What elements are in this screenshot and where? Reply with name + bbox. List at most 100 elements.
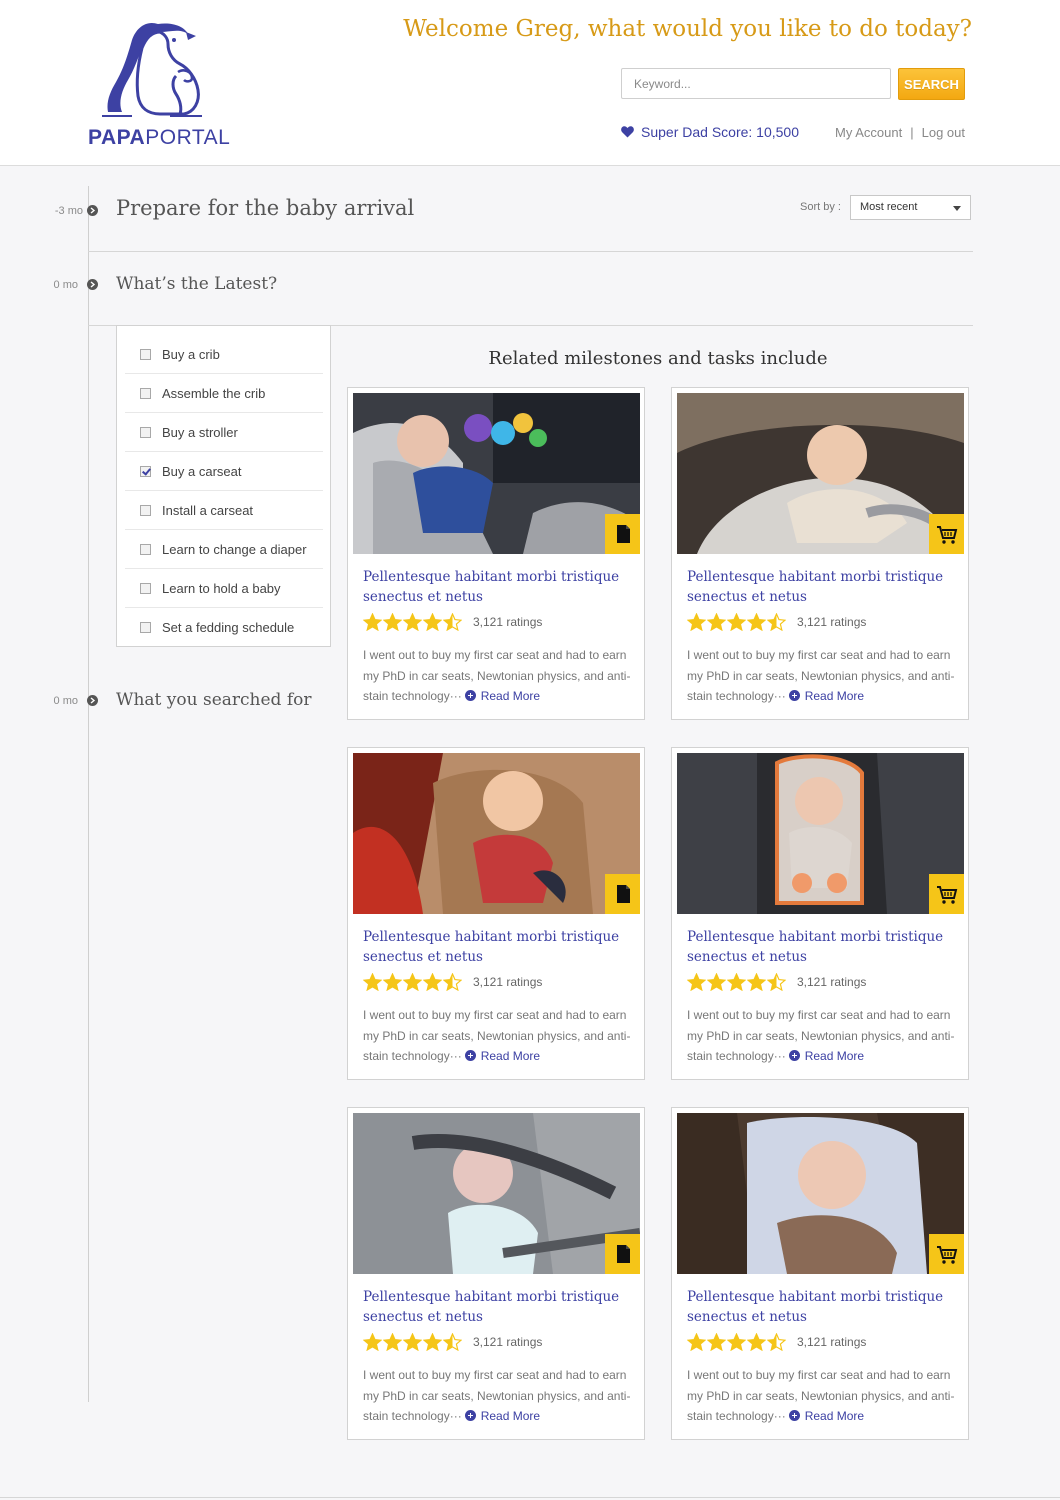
divider	[88, 251, 973, 252]
checklist-item-label: Buy a stroller	[162, 424, 238, 440]
checkbox[interactable]	[140, 582, 151, 594]
card-title[interactable]: Pellentesque habitant morbi tristique se…	[363, 927, 633, 967]
milestone-card: Pellentesque habitant morbi tristique se…	[347, 1107, 645, 1440]
checkbox[interactable]	[140, 387, 151, 399]
document-icon[interactable]	[605, 1234, 640, 1274]
plus-circle-icon	[788, 690, 800, 701]
star-rating: 3,121 ratings	[363, 613, 542, 631]
checkbox[interactable]	[140, 504, 151, 516]
checklist-item[interactable]: Buy a carseat	[125, 452, 323, 491]
card-photo[interactable]	[353, 753, 640, 914]
document-icon[interactable]	[605, 514, 640, 554]
star-icon	[727, 613, 746, 631]
milestone-card: Pellentesque habitant morbi tristique se…	[347, 387, 645, 720]
document-icon[interactable]	[605, 874, 640, 914]
star-icon	[363, 613, 382, 631]
checklist-item-label: Install a carseat	[162, 502, 254, 518]
rating-count: 3,121 ratings	[797, 615, 867, 629]
checkbox[interactable]	[140, 543, 151, 555]
star-icon	[767, 1333, 786, 1351]
read-more-link[interactable]: Read More	[788, 1049, 865, 1063]
card-photo[interactable]	[677, 393, 964, 554]
checklist-item[interactable]: Buy a crib	[125, 335, 323, 374]
card-description: I went out to buy my first car seat and …	[687, 1365, 962, 1427]
timeline-line	[88, 186, 89, 1402]
logout-link[interactable]: Log out	[922, 125, 965, 140]
read-more-link[interactable]: Read More	[464, 689, 541, 703]
score-label: Super Dad Score: 10,500	[641, 124, 799, 140]
checklist-item[interactable]: Buy a stroller	[125, 413, 323, 452]
rating-count: 3,121 ratings	[473, 975, 543, 989]
card-title[interactable]: Pellentesque habitant morbi tristique se…	[687, 1287, 957, 1327]
plus-circle-icon	[464, 1410, 476, 1421]
chevron-down-icon	[953, 206, 961, 211]
section-title-latest: What’s the Latest?	[116, 274, 278, 294]
checklist-item[interactable]: Learn to change a diaper	[125, 530, 323, 569]
star-rating: 3,121 ratings	[687, 973, 866, 991]
rating-count: 3,121 ratings	[797, 1335, 867, 1349]
card-description: I went out to buy my first car seat and …	[687, 1005, 962, 1067]
read-more-link[interactable]: Read More	[464, 1049, 541, 1063]
checklist-item[interactable]: Install a carseat	[125, 491, 323, 530]
card-photo[interactable]	[677, 1113, 964, 1274]
card-title[interactable]: Pellentesque habitant morbi tristique se…	[363, 1287, 633, 1327]
timeline-arrow-icon[interactable]	[87, 695, 98, 706]
stars	[687, 1333, 786, 1351]
read-more-link[interactable]: Read More	[788, 1409, 864, 1423]
star-icon	[403, 973, 422, 991]
milestone-card: Pellentesque habitant morbi tristique se…	[671, 747, 969, 1080]
card-description: I went out to buy my first car seat and …	[363, 1005, 638, 1067]
checklist-item-label: Learn to change a diaper	[162, 541, 307, 557]
search-button[interactable]: SEARCH	[898, 68, 965, 100]
timeline-marker-label: -3 mo	[54, 205, 83, 217]
card-description: I went out to buy my first car seat and …	[363, 1365, 638, 1427]
stars	[363, 973, 462, 991]
star-icon	[383, 973, 402, 991]
card-title[interactable]: Pellentesque habitant morbi tristique se…	[687, 927, 957, 967]
card-title[interactable]: Pellentesque habitant morbi tristique se…	[687, 567, 957, 607]
star-icon	[403, 613, 422, 631]
my-account-link[interactable]: My Account	[835, 125, 902, 140]
checklist-item[interactable]: Assemble the crib	[125, 374, 323, 413]
search-input[interactable]	[621, 68, 891, 99]
star-icon	[687, 1333, 706, 1351]
card-photo[interactable]	[677, 753, 964, 914]
sort-select[interactable]: Most recent	[850, 195, 971, 220]
stars	[363, 1333, 462, 1351]
heart-icon	[621, 126, 634, 138]
sort-label: Sort by :	[800, 201, 841, 213]
milestone-card: Pellentesque habitant morbi tristique se…	[671, 387, 969, 720]
papaportal-logo[interactable]: PAPAPORTAL	[88, 16, 230, 154]
read-more-label: Read More	[480, 1049, 541, 1063]
read-more-label: Read More	[804, 1049, 865, 1063]
checklist-item-label: Buy a crib	[162, 346, 220, 362]
card-photo[interactable]	[353, 393, 640, 554]
read-more-link[interactable]: Read More	[788, 689, 864, 703]
cart-icon[interactable]	[929, 1234, 964, 1274]
checklist-item[interactable]: Learn to hold a baby	[125, 569, 323, 608]
star-icon	[707, 613, 726, 631]
cart-icon[interactable]	[929, 514, 964, 554]
star-icon	[767, 613, 786, 631]
star-icon	[707, 1333, 726, 1351]
timeline-marker-label: 0 mo	[53, 279, 78, 291]
star-rating: 3,121 ratings	[363, 1333, 542, 1351]
checkbox[interactable]	[140, 622, 151, 633]
read-more-link[interactable]: Read More	[464, 1409, 540, 1423]
checkbox[interactable]	[140, 348, 151, 360]
cart-icon[interactable]	[929, 874, 964, 914]
checklist-item-label: Buy a carseat	[162, 463, 242, 479]
read-more-label: Read More	[480, 689, 541, 703]
card-photo[interactable]	[353, 1113, 640, 1274]
checklist-item[interactable]: Set a fedding schedule	[125, 608, 323, 647]
card-title[interactable]: Pellentesque habitant morbi tristique se…	[363, 567, 633, 607]
card-description: I went out to buy my first car seat and …	[363, 645, 638, 707]
account-links: My Account | Log out	[835, 125, 965, 140]
timeline-arrow-icon[interactable]	[87, 279, 98, 290]
checkbox[interactable]	[140, 426, 151, 438]
timeline-arrow-icon[interactable]	[87, 205, 98, 216]
related-heading: Related milestones and tasks include	[488, 348, 828, 369]
star-icon	[423, 1333, 442, 1351]
milestone-card: Pellentesque habitant morbi tristique se…	[347, 747, 645, 1080]
checkbox-checked[interactable]	[140, 465, 151, 477]
